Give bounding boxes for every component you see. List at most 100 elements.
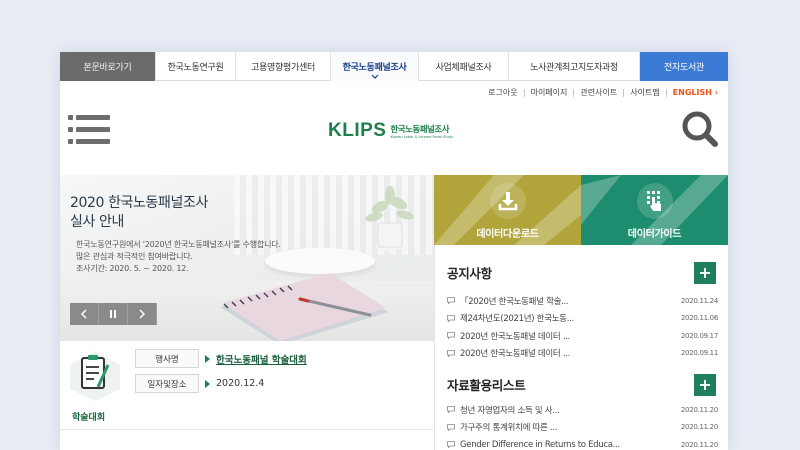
pause-button[interactable]	[99, 303, 128, 325]
chat-bubble-icon	[447, 297, 455, 305]
list-item-title: 제24차년도(2021년) 한국노동...	[460, 314, 574, 325]
list-item-date: 2020.11.20	[680, 405, 718, 414]
data-guide-tile[interactable]: 데이터가이드	[581, 175, 728, 245]
tab-label: 고용영향평가센터	[251, 63, 315, 73]
browser-page: 본문바로가기 한국노동연구원 고용영향평가센터 한국노동패널조사 사업체패널조사…	[60, 52, 728, 450]
tile-label: 데이터가이드	[627, 229, 682, 240]
pause-icon	[110, 310, 116, 318]
search-icon[interactable]	[680, 110, 718, 148]
tab-labor-leaders-course[interactable]: 노사관계최고지도자과정	[509, 52, 640, 81]
hero-title-line: 2020 한국노동패널조사	[70, 195, 208, 211]
site-logo[interactable]: KLIPS 한국노동패널조사 Korean Labor & Income Pan…	[328, 120, 453, 142]
hero-description: 한국노동연구원에서 '2020년 한국노동패널조사'를 수행합니다. 많은 관심…	[76, 239, 281, 275]
quick-tiles: 데이터다운로드 데이터가이드	[434, 175, 728, 245]
notebook-image	[220, 273, 388, 341]
mypage-link[interactable]: 마이페이지	[531, 87, 568, 98]
next-button[interactable]	[128, 303, 157, 325]
tab-label: 사업체패널조사	[435, 63, 492, 73]
divider	[523, 88, 525, 97]
notice-title: 공지사항	[447, 266, 492, 281]
hero-title: 2020 한국노동패널조사 실사 안내	[70, 194, 208, 232]
list-item[interactable]: 2020년 한국노동패널 데이터 ... 2020.09.17	[447, 327, 718, 345]
chat-bubble-icon	[447, 441, 455, 449]
tab-label: 노사관계최고지도자과정	[530, 63, 618, 73]
list-item[interactable]: Gender Difference in Returns to Educa...…	[447, 436, 718, 450]
list-item-date: 2020.11.06	[680, 314, 718, 323]
chat-bubble-icon	[447, 423, 455, 431]
event-name-row: 행사명 한국노동패널 학술대회	[135, 349, 307, 368]
chevron-left-icon	[80, 309, 87, 319]
list-item-date: 2020.09.11	[680, 349, 718, 358]
prev-button[interactable]	[70, 303, 99, 325]
tab-label: 한국노동패널조사	[342, 63, 407, 73]
english-link[interactable]: ENGLISH ›	[673, 88, 718, 97]
tab-label: 본문바로가기	[83, 63, 132, 73]
list-item[interactable]: 2020년 한국노동패널 데이터 ... 2020.09.11	[447, 345, 718, 363]
list-item[interactable]: 가구주의 통계위치에 따른 ... 2020.11.20	[447, 419, 718, 437]
divider	[665, 88, 667, 97]
event-place-row: 일자및장소 2020.12.4	[135, 374, 264, 393]
logout-link[interactable]: 로그아웃	[488, 87, 517, 98]
hero-desc-line: 한국노동연구원에서 '2020년 한국노동패널조사'를 수행합니다.	[76, 240, 281, 249]
event-section: 학술대회 행사명 한국노동패널 학술대회 일자및장소 2020.12.4	[60, 341, 434, 430]
tab-skip-to-content[interactable]: 본문바로가기	[60, 52, 156, 81]
tab-klri[interactable]: 한국노동연구원	[156, 52, 236, 81]
hero-banner[interactable]: 2020 한국노동패널조사 실사 안내 한국노동연구원에서 '2020년 한국노…	[60, 175, 434, 341]
logo-english: Korean Labor & Income Panel Study	[390, 135, 454, 139]
data-usage-panel: 자료활용리스트 + 청년 자영업자의 소득 및 사... 2020.11.20 …	[434, 363, 728, 450]
notice-panel: 공지사항 + 「2020년 한국노동패널 학술... 2020.11.24 제2…	[434, 245, 728, 363]
event-name-key: 행사명	[135, 349, 199, 368]
tab-workplace-panel[interactable]: 사업체패널조사	[419, 52, 509, 81]
list-item-title: 2020년 한국노동패널 데이터 ...	[460, 349, 571, 360]
event-icon-label: 학술대회	[72, 413, 106, 423]
chat-bubble-icon	[447, 406, 455, 414]
clipboard-pencil-icon	[70, 351, 120, 401]
related-sites-link[interactable]: 관련사이트	[580, 87, 617, 98]
tab-employment-impact-center[interactable]: 고용영향평가센터	[236, 52, 331, 81]
hero-desc-line: 조사기간: 2020. 5. ~ 2020. 12.	[76, 264, 189, 273]
event-place-value: 2020.12.4	[216, 378, 265, 389]
event-name-link[interactable]: 한국노동패널 학술대회	[216, 352, 307, 366]
divider	[623, 88, 625, 97]
data-usage-list: 청년 자영업자의 소득 및 사... 2020.11.20 가구주의 통계위치에…	[447, 401, 718, 450]
tab-klips[interactable]: 한국노동패널조사	[331, 52, 419, 81]
download-icon	[498, 192, 517, 211]
logo-text: KLIPS	[328, 120, 387, 141]
logo-korean: 한국노동패널조사	[390, 125, 450, 135]
list-item[interactable]: 「2020년 한국노동패널 학술... 2020.11.24	[447, 292, 718, 310]
list-item-date: 2020.11.20	[680, 423, 718, 432]
list-item-title: 2020년 한국노동패널 데이터 ...	[460, 331, 571, 342]
hero-title-line: 실사 안내	[70, 214, 124, 230]
list-item[interactable]: 제24차년도(2021년) 한국노동... 2020.11.06	[447, 310, 718, 328]
logo-subtitle: 한국노동패널조사 Korean Labor & Income Panel Stu…	[390, 123, 453, 139]
list-item-title: 가구주의 통계위치에 따른 ...	[460, 423, 558, 434]
chevron-right-icon	[139, 309, 146, 319]
list-item-title: Gender Difference in Returns to Educa...	[460, 439, 620, 450]
data-usage-title: 자료활용리스트	[447, 378, 526, 393]
touch-guide-icon	[646, 191, 661, 211]
data-download-tile[interactable]: 데이터다운로드	[434, 175, 581, 245]
tab-label: 한국노동연구원	[167, 63, 224, 73]
notice-list: 「2020년 한국노동패널 학술... 2020.11.24 제24차년도(20…	[447, 292, 718, 362]
utility-links: 로그아웃 마이페이지 관련사이트 사이트맵 ENGLISH ›	[488, 87, 718, 98]
plant-image	[365, 186, 414, 251]
hamburger-icon[interactable]	[68, 112, 110, 146]
sitemap-link[interactable]: 사이트맵	[630, 87, 659, 98]
chat-bubble-icon	[447, 314, 455, 322]
list-item-date: 2020.09.17	[680, 331, 718, 340]
arrow-right-icon	[205, 379, 210, 388]
tile-label: 데이터다운로드	[476, 229, 539, 240]
hero-desc-line: 많은 관심과 적극적인 참여바랍니다.	[76, 252, 193, 261]
slider-controls	[70, 303, 157, 325]
chat-bubble-icon	[447, 349, 455, 357]
chevron-down-icon	[371, 74, 378, 79]
list-item-date: 2020.11.20	[680, 440, 718, 449]
tab-label: 전자도서관	[664, 63, 704, 73]
list-item-date: 2020.11.24	[680, 296, 718, 305]
notice-more-button[interactable]: +	[694, 262, 716, 284]
data-usage-more-button[interactable]: +	[694, 374, 716, 396]
event-place-key: 일자및장소	[135, 374, 199, 393]
tab-digital-library[interactable]: 전자도서관	[640, 52, 728, 81]
list-item[interactable]: 청년 자영업자의 소득 및 사... 2020.11.20	[447, 401, 718, 419]
divider	[573, 88, 575, 97]
